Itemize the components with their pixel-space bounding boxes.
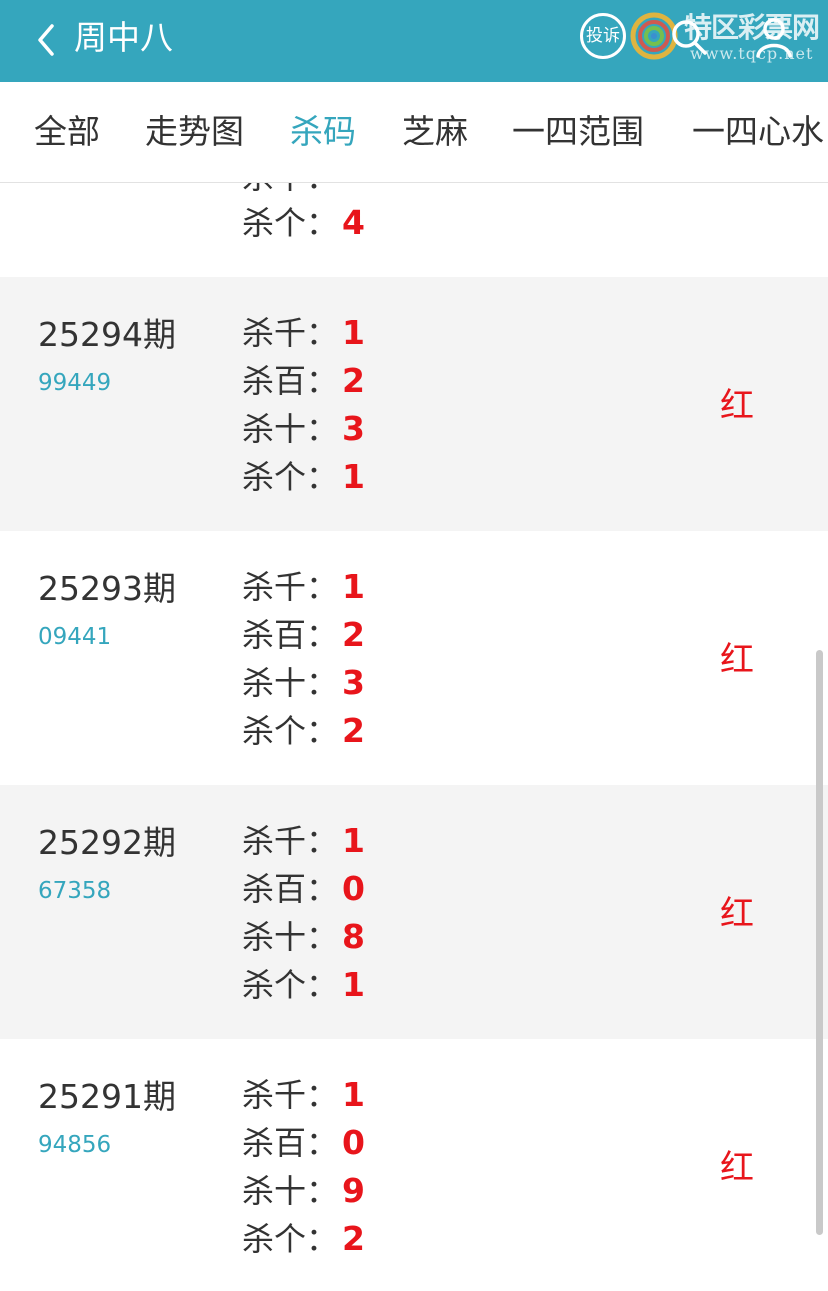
kill-row: 杀千： 1 — [242, 563, 365, 611]
kill-value: 2 — [342, 361, 365, 400]
tab-all[interactable]: 全部 — [34, 82, 100, 182]
kill-row: 杀十： 9 — [242, 1167, 365, 1215]
kill-label: 杀百： — [242, 362, 339, 400]
kill-label: 杀个： — [242, 712, 339, 750]
kill-row: 杀十： 3 — [242, 405, 365, 453]
kill-value: 1 — [342, 313, 365, 352]
kill-row: 杀个： 1 — [242, 961, 365, 1009]
kill-row: 杀个： 2 — [242, 1215, 365, 1263]
kill-value: 1 — [342, 567, 365, 606]
kill-row: 杀个： 1 — [242, 453, 365, 501]
kill-value: 0 — [342, 1123, 365, 1162]
kill-label: 杀十： — [242, 1172, 339, 1210]
kill-value: 3 — [342, 409, 365, 448]
kill-code-list[interactable]: 杀十： 杀个：4 25294期 99449 杀千：1 杀百：2 杀十：3 杀个：… — [0, 183, 828, 1291]
kill-row: 杀百： 0 — [242, 865, 365, 913]
app-header: 周中八 投诉 特区彩票网 www.tqcp.net — [0, 0, 828, 82]
page-title: 周中八 — [74, 18, 173, 57]
kill-row: 杀个： 2 — [242, 707, 365, 755]
tab-trend-chart[interactable]: 走势图 — [145, 82, 244, 182]
kill-row: 杀百： 0 — [242, 1119, 365, 1167]
complain-button[interactable]: 投诉 — [580, 13, 626, 59]
list-item[interactable]: 25291期 94856 杀千： 1 杀百： 0 杀十： 9 杀个： 2 红 — [0, 1039, 828, 1291]
issue-number: 25294期 — [38, 315, 176, 354]
kill-label: 杀千： — [242, 314, 339, 352]
draw-number: 99449 — [38, 370, 112, 396]
kill-value: 3 — [342, 663, 365, 702]
issue-number: 25291期 — [38, 1077, 176, 1116]
kill-label: 杀十： — [242, 183, 338, 196]
kill-label: 杀百： — [242, 616, 339, 654]
kill-value: 1 — [342, 821, 365, 860]
watermark-url: www.tqcp.net — [690, 44, 814, 63]
kill-value: 4 — [342, 203, 365, 242]
category-tabs: 全部 走势图 杀码 芝麻 一四范围 一四心水 — [0, 82, 828, 183]
kill-value: 1 — [342, 1075, 365, 1114]
kill-value: 1 — [342, 457, 365, 496]
kill-row: 杀千： 1 — [242, 1071, 365, 1119]
draw-number: 94856 — [38, 1132, 112, 1158]
kill-row: 杀千： 1 — [242, 309, 365, 357]
kill-row: 杀十： 8 — [242, 913, 365, 961]
kill-label: 杀千： — [242, 822, 339, 860]
scrollbar[interactable] — [816, 650, 823, 1235]
issue-number: 25292期 — [38, 823, 176, 862]
result-badge: 红 — [720, 894, 754, 934]
kill-label: 杀个： — [242, 458, 339, 496]
kill-row: 杀千： 1 — [242, 817, 365, 865]
chevron-left-icon — [38, 24, 54, 56]
list-item[interactable]: 25293期 09441 杀千： 1 杀百： 2 杀十： 3 杀个： 2 红 — [0, 531, 828, 785]
back-button[interactable] — [30, 18, 70, 62]
tab-kill-code[interactable]: 杀码 — [290, 82, 356, 182]
kill-label: 杀十： — [242, 410, 339, 448]
kill-label: 杀十： — [242, 664, 339, 702]
kill-row: 杀百： 2 — [242, 611, 365, 659]
watermark-title: 特区彩票网 — [684, 11, 820, 44]
draw-number: 09441 — [38, 624, 112, 650]
kill-label: 杀个： — [242, 1220, 339, 1258]
kill-value: 8 — [342, 917, 365, 956]
kill-row: 杀个： 4 — [242, 199, 365, 247]
result-badge: 红 — [720, 1148, 754, 1188]
kill-label: 杀百： — [242, 1124, 339, 1162]
tab-tips-1-4[interactable]: 一四心水 — [692, 82, 824, 182]
kill-label: 杀十： — [242, 918, 339, 956]
kill-label: 杀千： — [242, 568, 339, 606]
issue-number: 25293期 — [38, 569, 176, 608]
tab-zhima[interactable]: 芝麻 — [402, 82, 468, 182]
kill-value: 9 — [342, 1171, 365, 1210]
kill-label: 杀个： — [242, 204, 339, 242]
kill-value: 2 — [342, 615, 365, 654]
kill-value: 2 — [342, 711, 365, 750]
kill-label: 杀千： — [242, 1076, 339, 1114]
result-badge: 红 — [720, 640, 754, 680]
kill-row: 杀百： 2 — [242, 357, 365, 405]
kill-label: 杀百： — [242, 870, 339, 908]
list-item-partial: 杀十： 杀个：4 — [0, 183, 828, 277]
result-badge: 红 — [720, 386, 754, 426]
list-item[interactable]: 25292期 67358 杀千： 1 杀百： 0 杀十： 8 杀个： 1 红 — [0, 785, 828, 1039]
kill-value: 2 — [342, 1219, 365, 1258]
kill-value: 1 — [342, 965, 365, 1004]
draw-number: 67358 — [38, 878, 112, 904]
kill-row: 杀十： 3 — [242, 659, 365, 707]
kill-value: 0 — [342, 869, 365, 908]
tab-range-1-4[interactable]: 一四范围 — [512, 82, 644, 182]
kill-label: 杀个： — [242, 966, 339, 1004]
list-item[interactable]: 25294期 99449 杀千： 1 杀百： 2 杀十： 3 杀个： 1 红 — [0, 277, 828, 531]
